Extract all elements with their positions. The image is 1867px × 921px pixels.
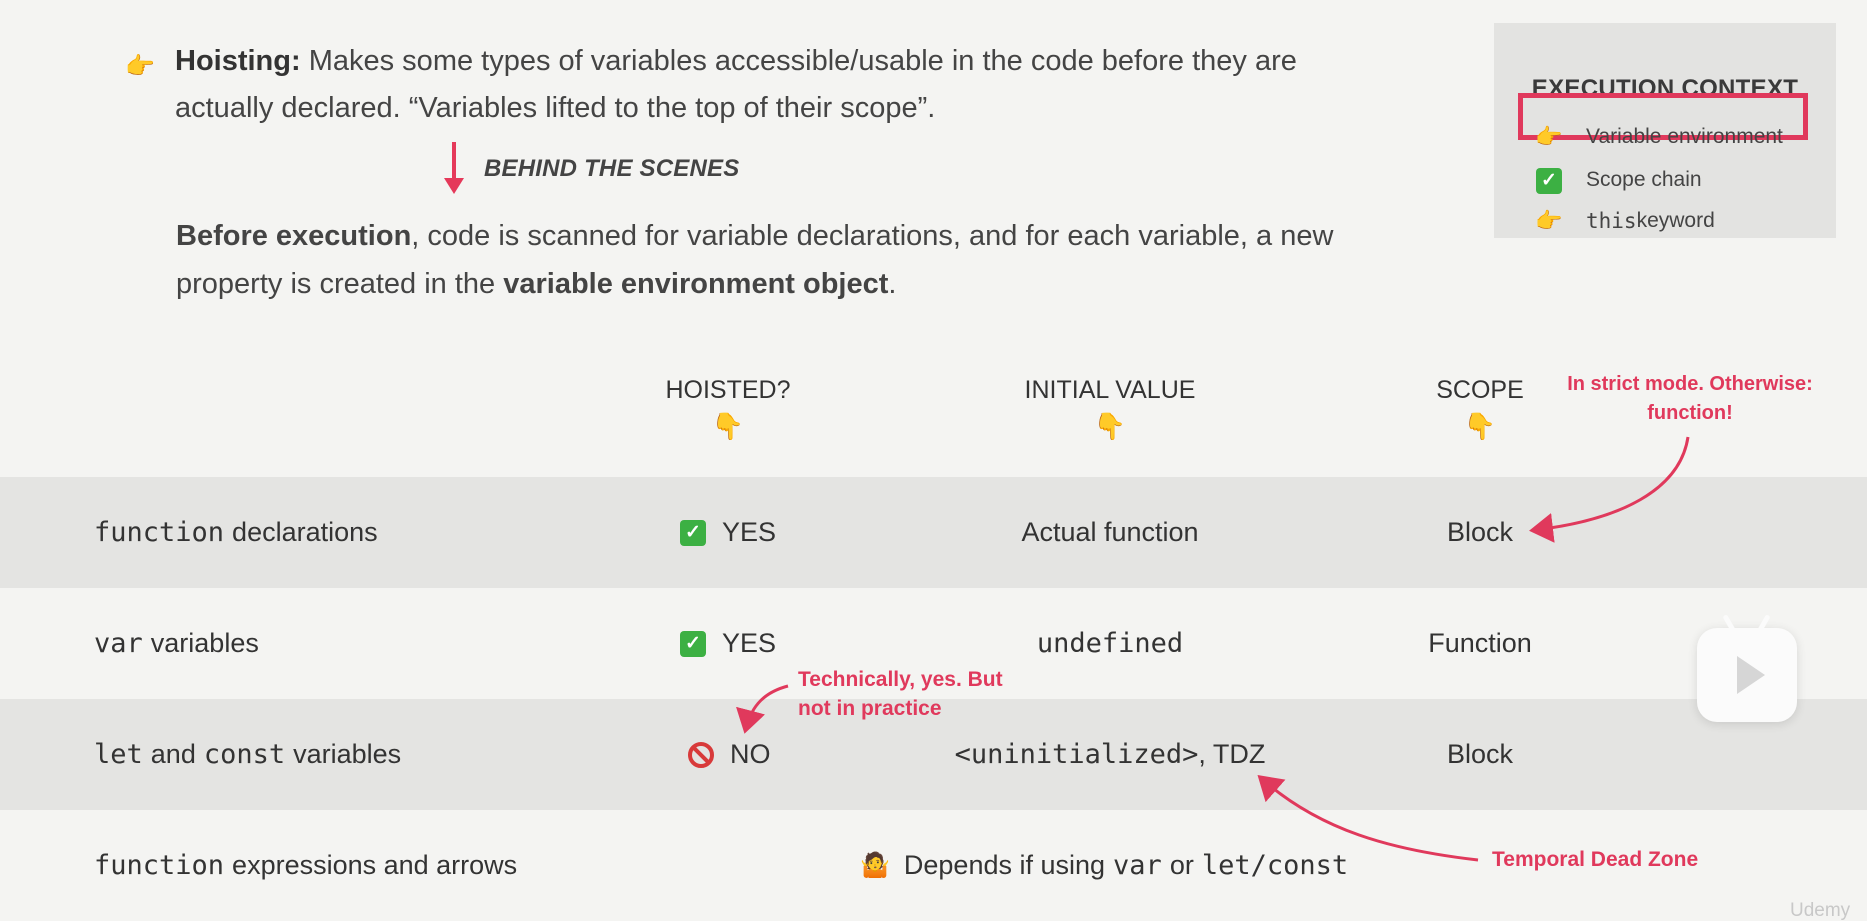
udemy-watermark: Udemy <box>1790 900 1851 921</box>
play-button[interactable] <box>1697 614 1797 722</box>
technically-arrow <box>736 684 789 734</box>
strict-mode-arrow <box>1529 436 1690 543</box>
tdz-arrow <box>1257 775 1479 862</box>
annotation-arrows <box>736 436 1690 862</box>
